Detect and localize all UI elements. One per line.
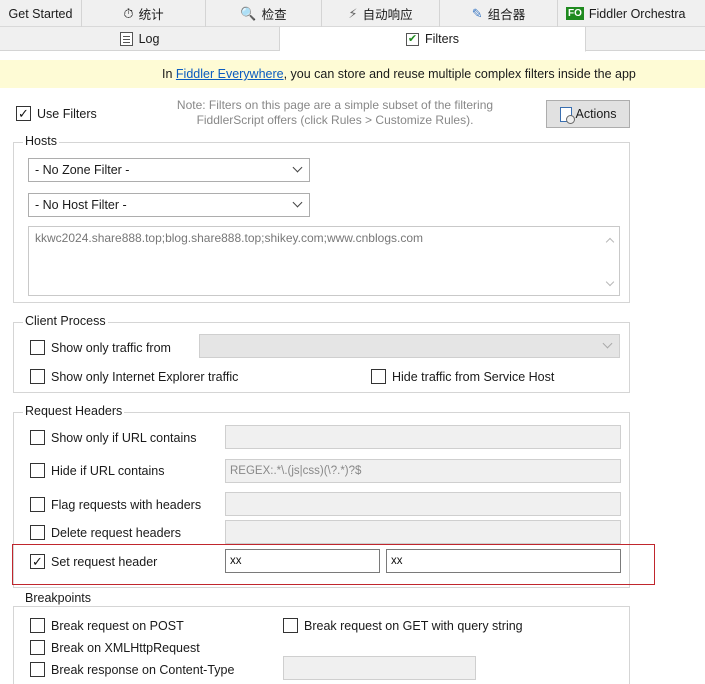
hide-if-url-input[interactable]: REGEX:.*\.(js|css)(\?.*)?$ <box>225 459 621 483</box>
show-only-ie-checkbox[interactable]: Show only Internet Explorer traffic <box>30 369 238 384</box>
magnifier-icon: 🔍 <box>240 5 257 21</box>
scroll-down-icon[interactable] <box>605 277 615 287</box>
pencil-icon: ✎ <box>471 5 483 21</box>
checkbox-label: Hide traffic from Service Host <box>392 369 555 384</box>
tab-label: 组合器 <box>487 8 526 22</box>
checkbox-label: Break request on POST <box>51 618 184 633</box>
checkbox-box[interactable] <box>30 640 45 655</box>
tab-label: 自动响应 <box>362 8 413 22</box>
host-filter-select[interactable]: - No Host Filter - <box>28 193 310 217</box>
checkbox-box[interactable] <box>30 369 45 384</box>
request-headers-title: Request Headers <box>23 404 125 418</box>
checkbox-box[interactable] <box>283 618 298 633</box>
use-filters-label: Use Filters <box>37 106 97 121</box>
tab-fiddler-orchestra[interactable]: FO Fiddler Orchestra <box>558 0 705 27</box>
break-on-post-checkbox[interactable]: Break request on POST <box>30 618 184 633</box>
note-line-2: FiddlerScript offers (click Rules > Cust… <box>196 113 474 127</box>
checkbox-label: Hide if URL contains <box>51 463 165 478</box>
zone-filter-value: - No Zone Filter - <box>35 163 130 177</box>
process-select[interactable] <box>199 334 620 358</box>
checkbox-label: Break on XMLHttpRequest <box>51 640 200 655</box>
secondary-tab-strip: Log ✔ Filters <box>0 27 705 52</box>
show-only-traffic-from-checkbox[interactable]: Show only traffic from <box>30 340 171 355</box>
lightning-icon: ⚡ <box>348 5 358 21</box>
use-filters-checkbox[interactable]: Use Filters <box>16 106 97 121</box>
checkbox-box[interactable] <box>30 430 45 445</box>
checkbox-box[interactable] <box>30 662 45 677</box>
host-filter-value: - No Host Filter - <box>35 198 127 212</box>
tab-label: Filters <box>424 32 460 46</box>
break-on-xhr-checkbox[interactable]: Break on XMLHttpRequest <box>30 640 200 655</box>
log-icon <box>119 32 133 46</box>
textarea-scrollbar[interactable] <box>603 229 617 293</box>
checkbox-label: Flag requests with headers <box>51 497 202 512</box>
tab-label: Fiddler Orchestra <box>588 6 686 21</box>
fo-badge-icon: FO <box>566 7 584 20</box>
chevron-down-icon <box>292 197 303 208</box>
fiddler-everywhere-link[interactable]: Fiddler Everywhere <box>176 67 284 81</box>
content-type-input[interactable] <box>283 656 476 680</box>
client-process-title: Client Process <box>23 314 108 328</box>
actions-button[interactable]: Actions <box>546 100 630 128</box>
filters-note: Note: Filters on this page are a simple … <box>140 98 530 128</box>
tab-composer[interactable]: ✎ 组合器 <box>440 0 558 27</box>
tab-label: 统计 <box>138 8 164 22</box>
break-on-get-query-checkbox[interactable]: Break request on GET with query string <box>283 618 523 633</box>
chevron-down-icon <box>292 162 303 173</box>
top-tab-strip: Get Started ⏱ 统计 🔍 检查 ⚡ 自动响应 ✎ 组合器 FO Fi… <box>0 0 705 27</box>
checkbox-box[interactable] <box>16 106 31 121</box>
stopwatch-icon: ⏱ <box>123 5 134 21</box>
chevron-down-icon <box>602 338 613 349</box>
highlight-box <box>12 544 655 585</box>
tab-label: 检查 <box>261 8 287 22</box>
flag-requests-input[interactable] <box>225 492 621 516</box>
tab-statistics[interactable]: ⏱ 统计 <box>82 0 206 27</box>
hide-if-url-contains-checkbox[interactable]: Hide if URL contains <box>30 463 164 478</box>
host-list-textarea[interactable]: kkwc2024.share888.top;blog.share888.top;… <box>28 226 620 296</box>
tab-get-started[interactable]: Get Started <box>0 0 82 27</box>
banner-suffix: , you can store and reuse multiple compl… <box>283 67 636 81</box>
tab-label: Log <box>138 32 160 46</box>
document-gear-icon <box>559 106 575 124</box>
hosts-title: Hosts <box>23 134 59 148</box>
tab-inspectors[interactable]: 🔍 检查 <box>206 0 322 27</box>
show-if-url-contains-checkbox[interactable]: Show only if URL contains <box>30 430 196 445</box>
checkbox-label: Break response on Content-Type <box>51 662 235 677</box>
actions-label: Actions <box>575 107 617 121</box>
tab-autoresponder[interactable]: ⚡ 自动响应 <box>322 0 440 27</box>
checkbox-box[interactable] <box>30 463 45 478</box>
delete-headers-input[interactable] <box>225 520 621 544</box>
host-list-text: kkwc2024.share888.top;blog.share888.top;… <box>35 231 423 245</box>
note-line-1: Note: Filters on this page are a simple … <box>176 98 494 112</box>
checkbox-label: Delete request headers <box>51 525 181 540</box>
checkbox-box[interactable] <box>30 525 45 540</box>
checkbox-box[interactable] <box>30 340 45 355</box>
check-icon: ✔ <box>405 32 419 46</box>
checkbox-box[interactable] <box>371 369 386 384</box>
checkbox-label: Show only if URL contains <box>51 430 197 445</box>
zone-filter-select[interactable]: - No Zone Filter - <box>28 158 310 182</box>
breakpoints-title: Breakpoints <box>23 591 94 605</box>
checkbox-box[interactable] <box>30 497 45 512</box>
hide-service-host-checkbox[interactable]: Hide traffic from Service Host <box>371 369 554 384</box>
checkbox-label: Break request on GET with query string <box>304 618 523 633</box>
checkbox-box[interactable] <box>30 618 45 633</box>
tab-filters[interactable]: ✔ Filters <box>280 27 586 52</box>
tab-log[interactable]: Log <box>0 27 280 51</box>
tab-label: Get Started <box>8 6 73 21</box>
show-if-url-input[interactable] <box>225 425 621 449</box>
delete-request-headers-checkbox[interactable]: Delete request headers <box>30 525 181 540</box>
break-on-content-type-checkbox[interactable]: Break response on Content-Type <box>30 662 234 677</box>
checkbox-label: Show only traffic from <box>51 340 171 355</box>
checkbox-label: Show only Internet Explorer traffic <box>51 369 239 384</box>
info-banner: In Fiddler Everywhere, you can store and… <box>0 60 705 88</box>
banner-prefix: In <box>162 67 173 81</box>
scroll-up-icon[interactable] <box>605 237 615 247</box>
flag-requests-checkbox[interactable]: Flag requests with headers <box>30 497 201 512</box>
